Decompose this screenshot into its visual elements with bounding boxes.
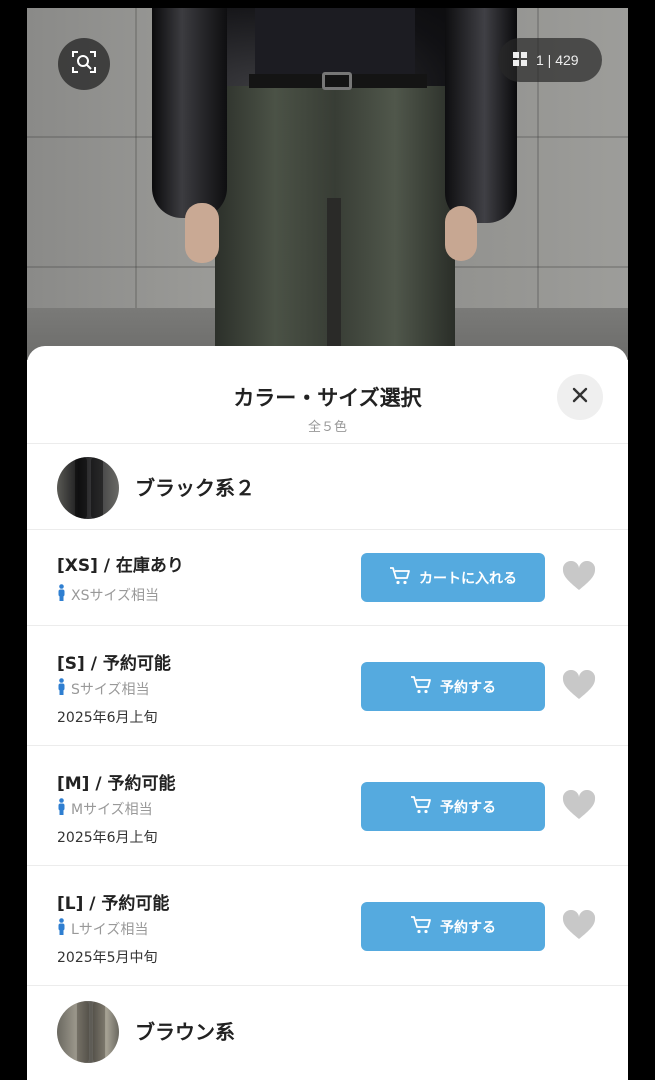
heart-icon (562, 669, 596, 704)
cta-label: 予約する (440, 919, 496, 936)
size-status: [L] / 予約可能 (57, 894, 170, 914)
cta-label: 予約する (440, 799, 496, 816)
size-fit-text: Mサイズ相当 (71, 801, 153, 818)
thumb-leg (93, 1001, 105, 1063)
size-row: [S] / 予約可能 Sサイズ相当 2025年6月上旬 予約する (27, 626, 628, 746)
size-fit: Lサイズ相当 (57, 918, 148, 939)
favorite-button[interactable] (561, 669, 597, 705)
size-fit: XSサイズ相当 (57, 584, 159, 605)
image-search-icon (71, 49, 97, 79)
cart-icon (410, 675, 432, 699)
jeans-gap (327, 198, 341, 360)
sheet-title: カラー・サイズ選択 (233, 386, 422, 410)
size-fit-text: XSサイズ相当 (71, 587, 160, 604)
image-counter-text: 1 | 429 (536, 52, 579, 68)
favorite-button[interactable] (561, 789, 597, 825)
size-row: [L] / 予約可能 Lサイズ相当 2025年5月中旬 予約する (27, 866, 628, 986)
belt-buckle (322, 72, 352, 90)
close-button[interactable] (557, 374, 603, 420)
person-icon (57, 678, 66, 699)
color-thumbnail (57, 457, 119, 519)
image-search-button[interactable] (58, 38, 110, 90)
cta-label: カートに入れる (419, 570, 517, 587)
person-icon (57, 798, 66, 819)
thumb-leg (75, 457, 87, 519)
color-thumbnail (57, 1001, 119, 1063)
cta-label: 予約する (440, 679, 496, 696)
product-photo[interactable]: 1 | 429 (27, 8, 628, 360)
heart-icon (562, 560, 596, 595)
sheet-header: カラー・サイズ選択 全５色 (27, 346, 628, 444)
heart-icon (562, 909, 596, 944)
reserve-button[interactable]: 予約する (361, 662, 545, 711)
size-status: [S] / 予約可能 (57, 654, 171, 674)
reserve-button[interactable]: 予約する (361, 782, 545, 831)
reserve-button[interactable]: 予約する (361, 902, 545, 951)
cart-icon (410, 915, 432, 939)
sleeve-left (152, 8, 227, 218)
cart-icon (389, 566, 411, 590)
color-group-header[interactable]: ブラック系２ (27, 444, 628, 530)
color-name: ブラック系２ (135, 476, 255, 500)
close-icon (572, 387, 588, 407)
delivery-date: 2025年6月上旬 (57, 830, 158, 846)
cart-icon (410, 795, 432, 819)
size-row: [XS] / 在庫あり XSサイズ相当 カートに入れる (27, 530, 628, 626)
favorite-button[interactable] (561, 909, 597, 945)
color-name: ブラウン系 (135, 1020, 235, 1044)
hand-right (445, 206, 477, 261)
image-counter[interactable]: 1 | 429 (498, 38, 602, 82)
size-status: [M] / 予約可能 (57, 774, 176, 794)
color-group-header[interactable]: ブラウン系 (27, 986, 628, 1072)
heart-icon (562, 789, 596, 824)
wall-seam (135, 8, 137, 308)
size-row: [M] / 予約可能 Mサイズ相当 2025年6月上旬 予約する (27, 746, 628, 866)
size-fit: Sサイズ相当 (57, 678, 149, 699)
delivery-date: 2025年6月上旬 (57, 710, 158, 726)
thumb-leg (91, 457, 103, 519)
sheet-subtitle: 全５色 (307, 420, 347, 435)
color-size-sheet: カラー・サイズ選択 全５色 ブラック系２ [XS] / 在庫あり XSサイズ相当… (27, 346, 628, 1080)
hand-left (185, 203, 219, 263)
app-frame: 1 | 429 カラー・サイズ選択 全５色 ブラック系２ [XS] / 在庫あり… (27, 8, 628, 1080)
grid-icon (512, 51, 528, 70)
size-fit-text: Lサイズ相当 (71, 921, 149, 938)
thumb-leg (77, 1001, 89, 1063)
favorite-button[interactable] (561, 560, 597, 596)
size-status: [XS] / 在庫あり (57, 556, 184, 576)
add-to-cart-button[interactable]: カートに入れる (361, 553, 545, 602)
size-fit-text: Sサイズ相当 (71, 681, 150, 698)
person-icon (57, 584, 66, 605)
person-icon (57, 918, 66, 939)
size-fit: Mサイズ相当 (57, 798, 153, 819)
shirt (255, 8, 415, 78)
sleeve-right (445, 8, 517, 223)
delivery-date: 2025年5月中旬 (57, 950, 158, 966)
